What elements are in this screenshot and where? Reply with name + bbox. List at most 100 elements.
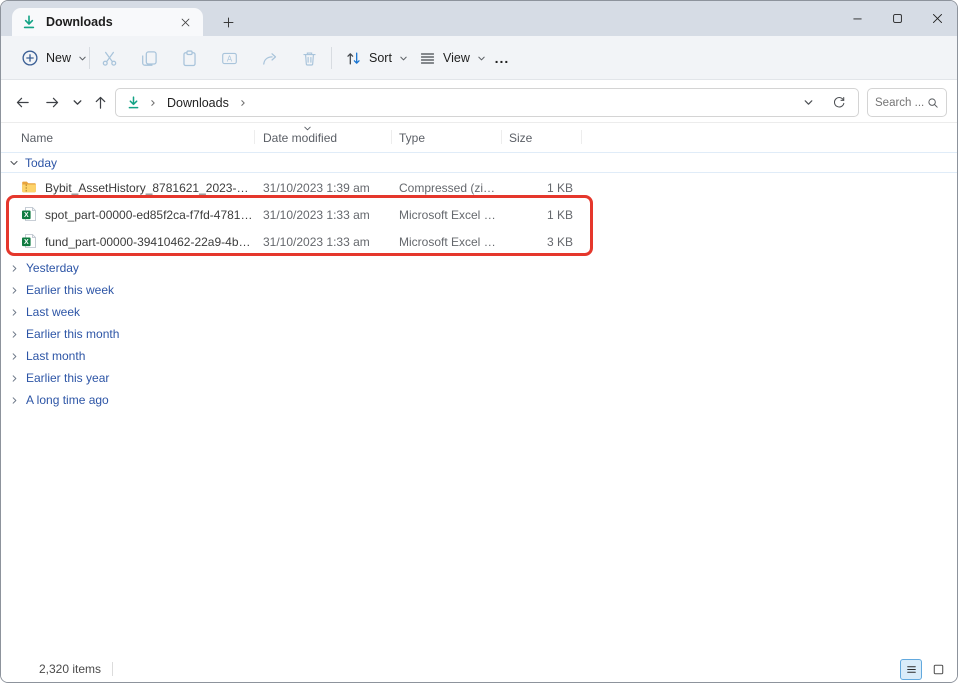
chevron-right-icon [10,374,19,383]
chevron-right-icon [10,396,19,405]
toolbar-divider [331,47,332,69]
file-type: Compressed (zipped)... [399,181,499,195]
file-row-zip[interactable]: Bybit_AssetHistory_8781621_2023-01-01_20… [1,174,957,201]
file-name: Bybit_AssetHistory_8781621_2023-01-01_20… [45,181,253,195]
chevron-down-icon [477,54,486,63]
new-button[interactable]: New [15,43,93,73]
new-tab-button[interactable] [217,11,239,33]
chevron-right-icon [10,264,19,273]
column-resize-handle[interactable] [581,130,582,144]
maximize-button[interactable] [877,1,917,36]
titlebar: Downloads [1,1,957,36]
up-button[interactable] [87,89,113,115]
excel-file-icon: X [21,233,37,249]
file-date-modified: 31/10/2023 1:33 am [263,208,370,222]
file-size: 3 KB [487,235,573,249]
file-date-modified: 31/10/2023 1:33 am [263,235,370,249]
group-label: Last week [26,305,80,319]
chevron-right-icon [10,330,19,339]
file-size: 1 KB [487,208,573,222]
breadcrumb-downloads[interactable]: Downloads [165,94,231,112]
see-more-button[interactable]: ... [487,43,517,73]
group-label: Earlier this year [26,371,109,385]
group-header-yesterday[interactable]: Yesterday [1,257,957,279]
tab-title: Downloads [46,15,176,29]
delete-button[interactable] [291,43,327,73]
copy-button[interactable] [131,43,167,73]
group-header-today[interactable]: Today [1,152,957,173]
view-button[interactable]: View [413,43,492,73]
tab-close-icon[interactable] [176,13,194,31]
file-list: Name Date modified Type Size Today Bybit… [1,123,957,656]
svg-text:X: X [24,239,29,246]
svg-text:X: X [24,212,29,219]
group-label: A long time ago [26,393,109,407]
forward-button[interactable] [39,89,65,115]
group-header-a-long-time-ago[interactable]: A long time ago [1,389,957,411]
group-header-last-month[interactable]: Last month [1,345,957,367]
status-bar: 2,320 items [1,656,957,682]
column-resize-handle[interactable] [254,130,255,144]
column-header-size[interactable]: Size [509,131,532,145]
cut-button[interactable] [91,43,127,73]
new-button-label: New [46,51,71,65]
file-type: Microsoft Excel Com... [399,208,499,222]
paste-button[interactable] [171,43,207,73]
group-header-earlier-this-week[interactable]: Earlier this week [1,279,957,301]
chevron-down-icon [78,54,87,63]
file-date-modified: 31/10/2023 1:39 am [263,181,370,195]
chevron-right-icon [239,99,247,107]
minimize-button[interactable] [837,1,877,36]
download-icon [21,14,37,30]
share-button[interactable] [251,43,287,73]
close-button[interactable] [917,1,957,36]
column-resize-handle[interactable] [501,130,502,144]
items-count: 2,320 items [39,662,101,676]
refresh-icon[interactable] [832,96,846,110]
group-header-earlier-this-month[interactable]: Earlier this month [1,323,957,345]
group-header-last-week[interactable]: Last week [1,301,957,323]
file-type: Microsoft Excel Com... [399,235,499,249]
search-box[interactable] [867,88,947,117]
file-name: spot_part-00000-ed85f2ca-f7fd-4781-a3e6-… [45,208,253,222]
rename-button[interactable]: A [211,43,247,73]
sort-button[interactable]: Sort [339,43,414,73]
tab-downloads[interactable]: Downloads [12,8,203,36]
sort-button-label: Sort [369,51,392,65]
file-explorer-window: Downloads New [0,0,958,683]
chevron-right-icon [10,286,19,295]
sort-descending-chevron-icon [303,124,312,133]
window-controls [837,1,957,36]
chevron-down-icon [399,54,408,63]
details-view-button[interactable] [900,659,922,680]
command-toolbar: New A Sort [1,36,957,80]
plus-circle-icon [21,49,39,67]
excel-file-icon: X [21,206,37,222]
group-label: Earlier this month [26,327,119,341]
chevron-right-icon [10,308,19,317]
column-header-date-modified[interactable]: Date modified [263,131,337,145]
file-name: fund_part-00000-39410462-22a9-4b75-afb1-… [45,235,253,249]
status-divider [112,662,113,676]
navigation-bar: Downloads [1,80,957,123]
column-resize-handle[interactable] [391,130,392,144]
back-button[interactable] [9,89,35,115]
chevron-down-icon [9,158,19,168]
file-size: 1 KB [487,181,573,195]
view-lines-icon [419,50,436,67]
chevron-right-icon [149,99,157,107]
thumbnails-view-button[interactable] [928,659,948,680]
column-header-name[interactable]: Name [21,131,53,145]
toolbar-divider [89,47,90,69]
address-bar[interactable]: Downloads [115,88,859,117]
column-header-type[interactable]: Type [399,131,425,145]
group-label: Last month [26,349,85,363]
address-dropdown-chevron-icon[interactable] [803,97,814,108]
search-input[interactable] [875,97,927,109]
group-label: Yesterday [26,261,79,275]
group-header-earlier-this-year[interactable]: Earlier this year [1,367,957,389]
file-row-spot-csv[interactable]: X spot_part-00000-ed85f2ca-f7fd-4781-a3e… [1,201,957,228]
file-row-fund-csv[interactable]: X fund_part-00000-39410462-22a9-4b75-afb… [1,228,957,255]
sort-arrows-icon [345,50,362,67]
group-label: Earlier this week [26,283,114,297]
